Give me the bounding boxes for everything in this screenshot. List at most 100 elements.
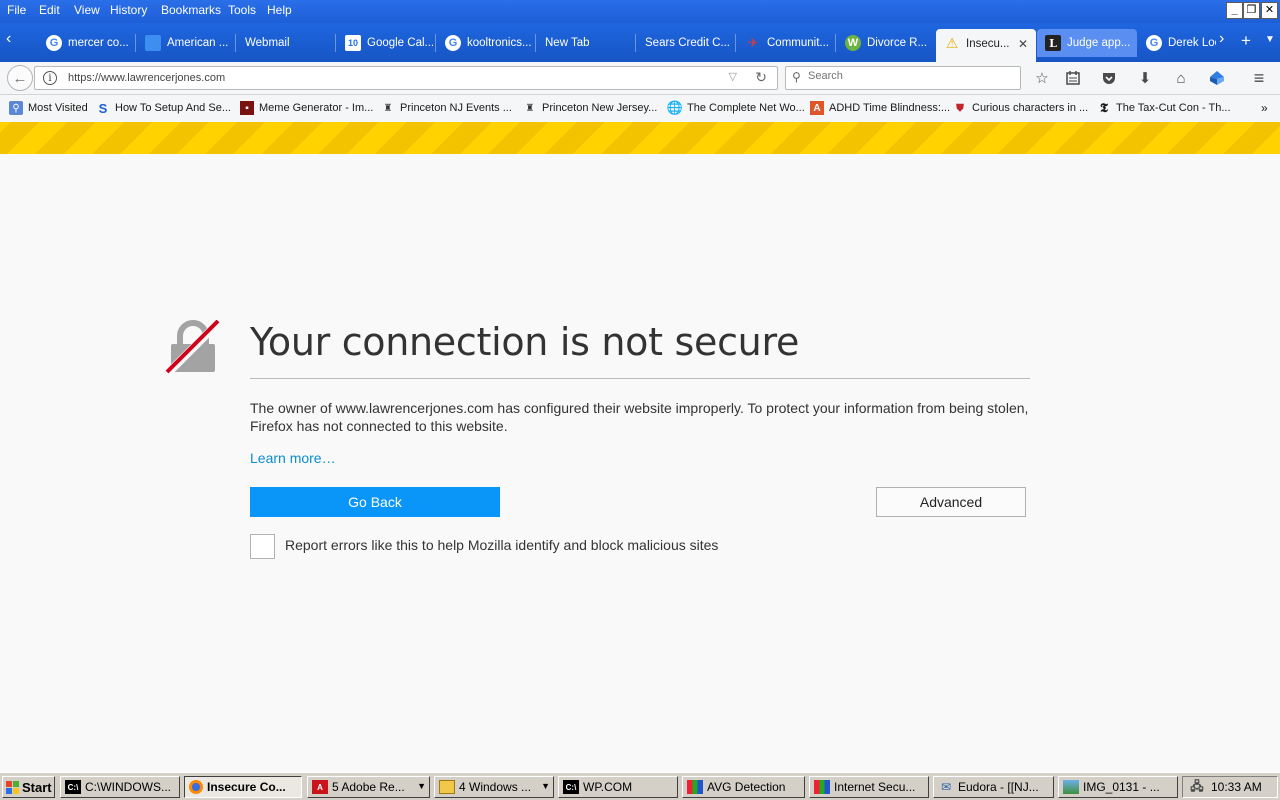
hamburger-menu-icon[interactable]: ≡ [1249, 68, 1269, 88]
bookmark-adhd[interactable]: A ADHD Time Blindness:... [810, 101, 950, 115]
reload-icon[interactable]: ↻ [755, 69, 767, 86]
search-input[interactable] [808, 70, 1008, 82]
home-icon[interactable]: ⌂ [1171, 68, 1191, 88]
task-windows-explorer[interactable]: 4 Windows ... ▼ [434, 776, 554, 798]
bookmark-meme-generator[interactable]: ▪ Meme Generator - Im... [240, 101, 373, 115]
downloads-icon[interactable]: ⬇ [1135, 68, 1155, 88]
close-tab-icon[interactable]: ✕ [1018, 37, 1028, 51]
law360-icon: L [1045, 35, 1061, 51]
bookmark-complete-net[interactable]: 🌐 The Complete Net Wo... [667, 100, 805, 115]
site-info-icon[interactable]: i [43, 71, 57, 85]
url-bar[interactable]: i https://www.lawrencerjones.com ▽ ↻ [34, 66, 778, 90]
folder-icon [439, 780, 455, 794]
bookmark-curious-characters[interactable]: ⛊ Curious characters in ... [953, 101, 1088, 115]
menu-edit[interactable]: Edit [39, 3, 60, 17]
minimize-button[interactable]: _ [1226, 2, 1243, 19]
scroll-tabs-left-icon[interactable]: ‹ [6, 30, 11, 48]
adobe-reader-icon: A [312, 780, 328, 794]
bookmark-most-visited[interactable]: ⚲ Most Visited [9, 101, 88, 115]
a-site-icon: A [810, 101, 824, 115]
tab-new-tab[interactable]: New Tab [537, 29, 636, 57]
more-bookmarks-icon[interactable]: » [1261, 101, 1268, 115]
task-adobe-reader[interactable]: A 5 Adobe Re... ▼ [307, 776, 430, 798]
task-wp-com[interactable]: C:\ WP.COM [558, 776, 678, 798]
warning-stripe [0, 122, 1280, 154]
bird-icon: ✈ [747, 35, 759, 50]
menu-view[interactable]: View [74, 3, 100, 17]
google-calendar-icon: 10 [345, 35, 361, 51]
task-eudora[interactable]: ✉ Eudora - [[NJ... [933, 776, 1054, 798]
command-prompt-icon: C:\ [563, 780, 579, 794]
tab-divorce[interactable]: W Divorce R... [837, 29, 935, 57]
bookmark-label: The Complete Net Wo... [687, 102, 805, 114]
bookmark-label: The Tax-Cut Con - Th... [1116, 102, 1231, 114]
menu-history[interactable]: History [110, 3, 147, 17]
bookmark-star-icon[interactable]: ☆ [1032, 68, 1052, 88]
task-avg-detection[interactable]: AVG Detection [682, 776, 805, 798]
close-window-button[interactable]: ✕ [1261, 2, 1278, 19]
tab-judge[interactable]: L Judge app... [1037, 29, 1137, 57]
menu-tools[interactable]: Tools [228, 3, 256, 17]
bookmark-tax-cut-con[interactable]: 𝕿 The Tax-Cut Con - Th... [1097, 101, 1231, 116]
bookmarks-toolbar: ⚲ Most Visited S How To Setup And Se... … [0, 95, 1280, 122]
tab-insecure[interactable]: ⚠ Insecu... ✕ [936, 29, 1036, 62]
extension-icon[interactable] [1207, 68, 1227, 88]
tab-label: kooltronics... [467, 37, 532, 49]
menu-bookmarks[interactable]: Bookmarks [161, 3, 221, 17]
meme-generator-icon: ▪ [240, 101, 254, 115]
advanced-button[interactable]: Advanced [876, 487, 1026, 517]
tab-label: American ... [167, 37, 229, 49]
new-tab-icon[interactable]: + [1241, 31, 1251, 51]
go-back-button[interactable]: Go Back [250, 487, 500, 517]
tab-label: Divorce R... [867, 37, 928, 49]
start-button[interactable]: Start [2, 776, 55, 798]
tab-community[interactable]: ✈ Communit... [737, 29, 836, 57]
task-image-viewer[interactable]: IMG_0131 - ... [1058, 776, 1178, 798]
bookmark-how-to-setup[interactable]: S How To Setup And Se... [96, 100, 231, 116]
back-button[interactable]: ← [7, 65, 33, 91]
tab-label: Sears Credit C... [645, 37, 730, 49]
scroll-tabs-right-icon[interactable]: › [1219, 30, 1224, 48]
task-firefox[interactable]: Insecure Co... [184, 776, 302, 798]
task-label: 4 Windows ... [459, 780, 532, 794]
bookmark-princeton-nj[interactable]: ♜ Princeton New Jersey... [523, 101, 658, 115]
menu-file[interactable]: File [7, 3, 26, 17]
tab-label: Webmail [245, 37, 290, 49]
page-title: Your connection is not secure [250, 320, 800, 364]
tab-sears[interactable]: Sears Credit C... [637, 29, 736, 57]
learn-more-link[interactable]: Learn more… [250, 450, 336, 466]
url-text[interactable]: https://www.lawrencerjones.com [68, 72, 225, 84]
task-label: IMG_0131 - ... [1083, 780, 1160, 794]
windows-logo-icon [6, 780, 19, 794]
image-icon [1063, 780, 1079, 794]
list-all-tabs-icon[interactable]: ▼ [1265, 34, 1275, 45]
american-express-icon [145, 35, 161, 51]
princeton-icon: ♜ [383, 102, 393, 114]
reading-list-icon[interactable] [1063, 68, 1083, 88]
bookmark-label: Meme Generator - Im... [259, 102, 374, 114]
clock[interactable]: 10:33 AM [1211, 780, 1262, 794]
task-command-prompt[interactable]: C:\ C:\WINDOWS... [60, 776, 180, 798]
tab-derek[interactable]: G Derek Loe [1138, 29, 1216, 57]
search-bar[interactable]: ⚲ [785, 66, 1021, 90]
tab-google-calendar[interactable]: 10 Google Cal... [337, 29, 436, 57]
report-errors-checkbox[interactable] [250, 534, 275, 559]
tab-kooltronics[interactable]: G kooltronics... [437, 29, 536, 57]
menu-help[interactable]: Help [267, 3, 292, 17]
bookmark-label: Princeton NJ Events ... [400, 102, 512, 114]
tab-label: Derek Loe [1168, 37, 1216, 49]
tab-mercer[interactable]: G mercer co... [38, 29, 136, 57]
bookmark-princeton-events[interactable]: ♜ Princeton NJ Events ... [381, 101, 512, 115]
pocket-icon[interactable] [1099, 68, 1119, 88]
windows-taskbar: Start C:\ C:\WINDOWS... Insecure Co... A… [0, 772, 1280, 800]
tab-webmail[interactable]: Webmail [237, 29, 336, 57]
network-icon[interactable]: 🖧 [1189, 779, 1205, 794]
task-internet-security[interactable]: Internet Secu... [809, 776, 929, 798]
s-site-icon: S [98, 100, 108, 116]
task-label: 5 Adobe Re... [332, 780, 405, 794]
google-icon: G [1146, 35, 1162, 51]
url-dropdown-icon[interactable]: ▽ [729, 70, 737, 83]
restore-button[interactable]: ❐ [1243, 2, 1260, 19]
tab-american[interactable]: American ... [137, 29, 236, 57]
search-icon: ⚲ [792, 70, 801, 84]
